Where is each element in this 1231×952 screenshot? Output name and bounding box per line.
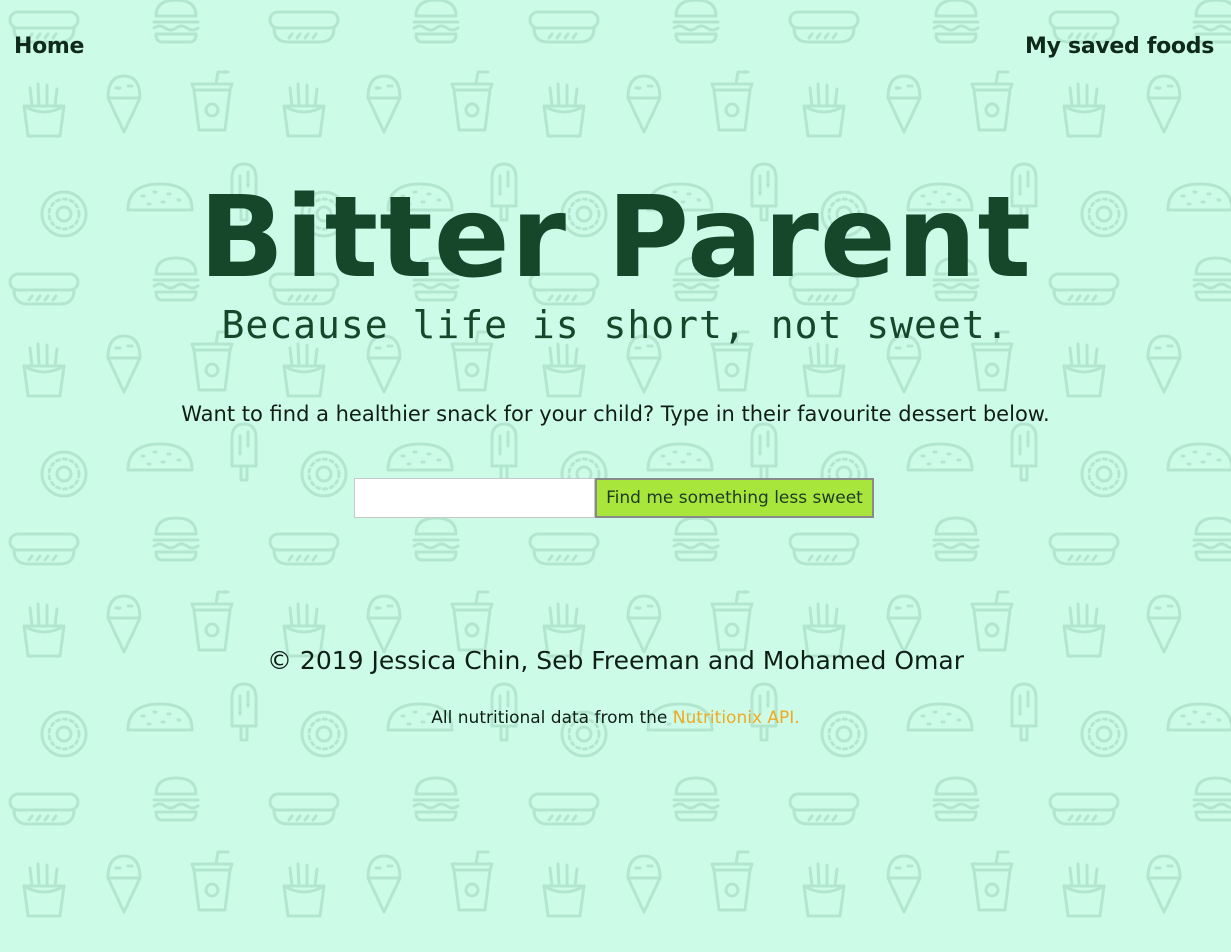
- pattern-tiles: [8, 0, 1231, 918]
- find-less-sweet-button[interactable]: Find me something less sweet: [595, 478, 874, 518]
- data-credit: All nutritional data from the Nutritioni…: [0, 706, 1231, 730]
- nav-saved-foods-link[interactable]: My saved foods: [1025, 34, 1214, 59]
- search-prompt: Want to find a healthier snack for your …: [181, 402, 1050, 426]
- food-pattern-background: [8, 0, 1231, 918]
- tagline: Because life is short, not sweet.: [221, 303, 1010, 347]
- copyright-text: © 2019 Jessica Chin, Seb Freeman and Moh…: [266, 646, 965, 675]
- credit-prefix: All nutritional data from the: [431, 708, 673, 728]
- page-title: Bitter Parent: [198, 173, 1033, 303]
- nutritionix-api-link[interactable]: Nutritionix API.: [673, 708, 800, 728]
- search-form: Find me something less sweet: [354, 478, 874, 518]
- dessert-search-input[interactable]: [354, 478, 595, 518]
- nav-home-link[interactable]: Home: [14, 34, 84, 59]
